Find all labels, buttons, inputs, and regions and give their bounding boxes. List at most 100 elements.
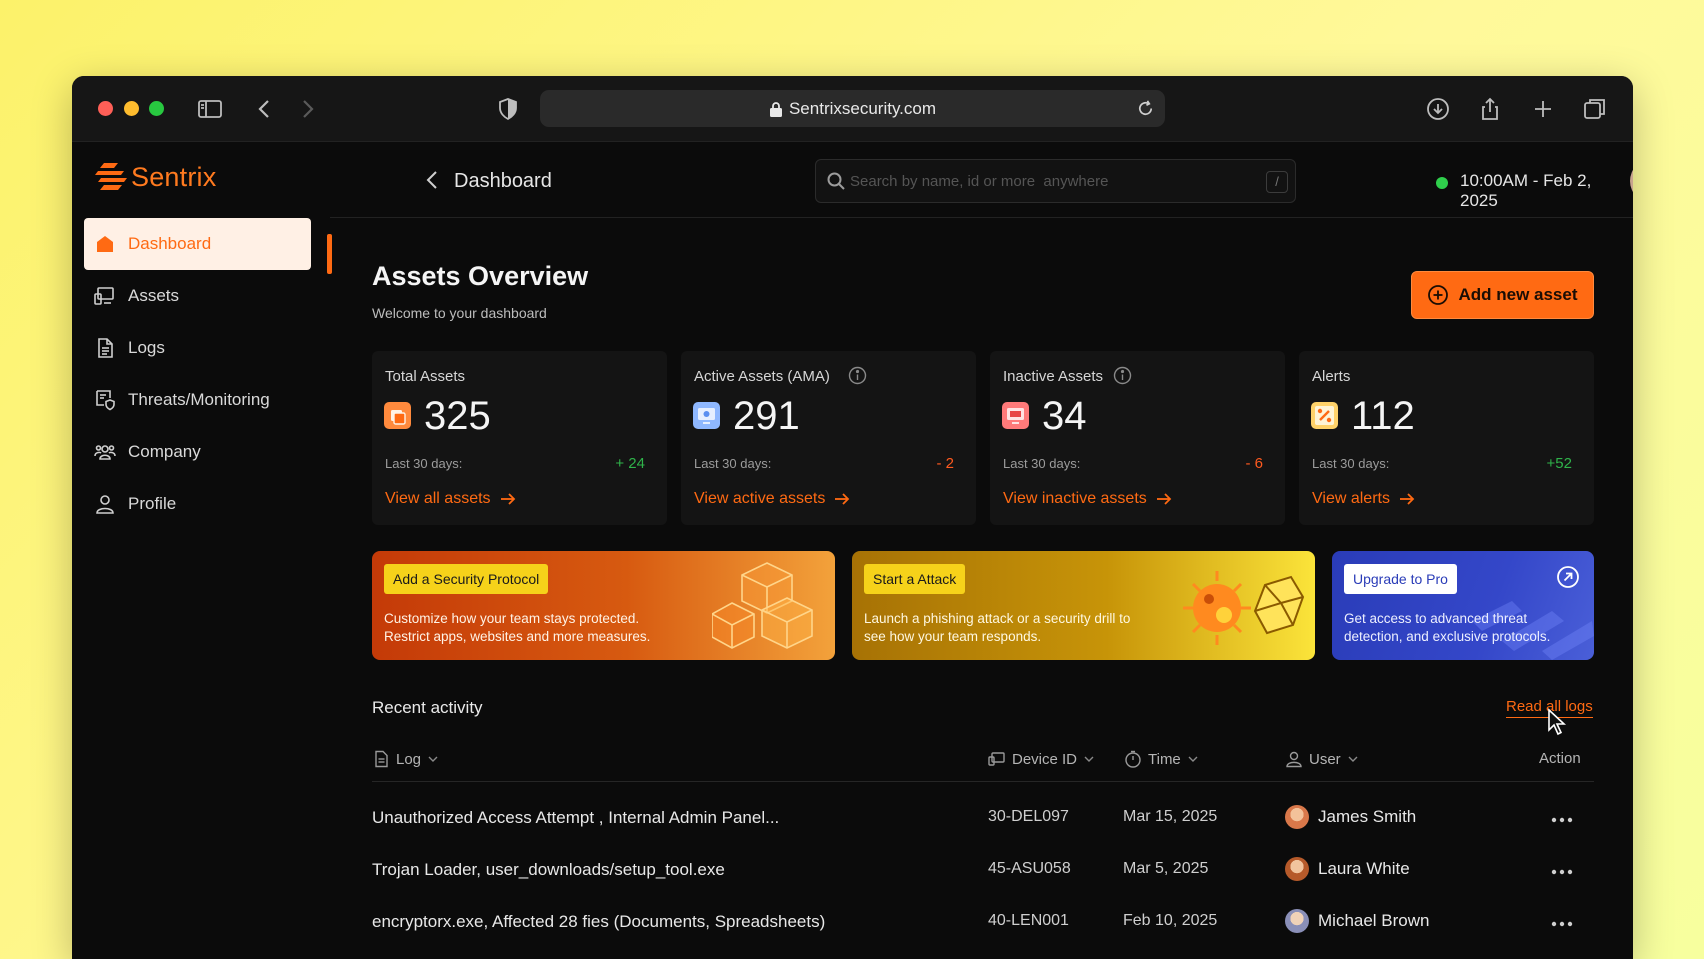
breadcrumb: Dashboard [454,170,552,192]
start-attack-banner[interactable]: Start a Attack Launch a phishing attack … [852,551,1315,660]
link-label: View active assets [694,490,826,507]
chevron-left-icon[interactable] [422,168,444,192]
document-icon [94,337,116,359]
avatar [1285,857,1309,881]
more-options-icon[interactable] [1551,817,1573,823]
stat-delta: +52 [1546,455,1572,472]
sidebar-item-dashboard[interactable]: Dashboard [84,218,311,270]
sidebar-item-logs[interactable]: Logs [84,322,311,374]
user-cell[interactable]: Michael Brown [1285,909,1430,933]
log-cell[interactable]: encryptorx.exe, Affected 28 fies (Docume… [372,912,825,932]
page-title: Assets Overview [372,261,589,291]
share-icon[interactable] [1477,96,1503,122]
shield-icon[interactable] [495,96,521,122]
stat-period: Last 30 days: [1003,456,1081,471]
caret-down-icon [1348,756,1358,762]
new-tab-icon[interactable] [1530,96,1556,122]
caret-down-icon [1188,756,1198,762]
download-icon[interactable] [1425,96,1451,122]
more-options-icon[interactable] [1551,869,1573,875]
sidebar-item-company[interactable]: Company [84,426,311,478]
alert-icon [1311,402,1338,429]
info-icon[interactable] [848,366,867,385]
keyboard-shortcut-hint: / [1266,171,1288,193]
caret-down-icon [1084,756,1094,762]
stat-title: Active Assets (AMA) [694,368,830,385]
plus-circle-icon [1428,285,1449,305]
link-label: View all assets [385,490,491,507]
more-options-icon[interactable] [1551,921,1573,927]
sidebar: Sentrix Dashboard Assets Logs Threats/Mo… [72,142,330,959]
close-window-button[interactable] [98,101,113,116]
stat-card-active-assets: Active Assets (AMA) 291 Last 30 days: - … [681,351,976,525]
maximize-window-button[interactable] [149,101,164,116]
stat-value: 34 [1042,394,1087,438]
upgrade-pro-banner[interactable]: Upgrade to Pro Get access to advanced th… [1332,551,1594,660]
monitor-icon [693,402,720,429]
upgrade-to-pro-button[interactable]: Upgrade to Pro [1344,564,1457,594]
minimize-window-button[interactable] [124,101,139,116]
banner-line: Restrict apps, websites and more measure… [384,629,651,644]
devices-icon [94,285,116,307]
brand-logo[interactable]: Sentrix [94,160,216,194]
stat-delta: - 2 [936,455,954,472]
banner-line: detection, and exclusive protocols. [1344,629,1551,644]
stat-title: Alerts [1312,368,1351,385]
home-icon [94,233,116,255]
stat-period: Last 30 days: [385,456,463,471]
sidebar-toggle-icon[interactable] [197,96,223,122]
stat-value: 291 [733,394,800,438]
view-all-assets-link[interactable]: View all assets [385,490,517,508]
external-link-icon[interactable] [1556,565,1580,589]
sidebar-item-label: Assets [128,286,180,305]
view-alerts-link[interactable]: View alerts [1312,490,1416,508]
brand-name: Sentrix [131,161,217,192]
user-cell[interactable]: James Smith [1285,805,1416,829]
assets-icon [384,402,411,429]
stat-title: Total Assets [385,368,466,385]
user-cell[interactable]: Laura White [1285,857,1410,881]
user-name: James Smith [1318,807,1417,826]
reload-icon[interactable] [1136,99,1155,118]
time-cell: Feb 10, 2025 [1123,912,1218,929]
add-security-protocol-button[interactable]: Add a Security Protocol [384,564,549,594]
time-cell: Mar 15, 2025 [1123,808,1218,825]
active-section-indicator [327,234,332,274]
table-header-divider [372,781,1594,782]
view-active-assets-link[interactable]: View active assets [694,490,851,508]
banner-description: Launch a phishing attack or a security d… [864,610,1154,646]
info-icon[interactable] [1113,366,1132,385]
security-protocol-banner[interactable]: Add a Security Protocol Customize how yo… [372,551,835,660]
sidebar-item-profile[interactable]: Profile [84,478,311,530]
column-header-device-id[interactable]: Device ID [988,750,1095,768]
sidebar-item-assets[interactable]: Assets [84,270,311,322]
tabs-overview-icon[interactable] [1582,96,1608,122]
forward-arrow-icon[interactable] [294,96,320,122]
stat-value: 325 [424,394,491,438]
sidebar-item-label: Threats/Monitoring [128,390,270,409]
sidebar-item-threats-monitoring[interactable]: Threats/Monitoring [84,374,311,426]
column-label: Time [1148,750,1181,768]
stat-delta: + 24 [615,455,645,472]
arrow-right-icon [500,493,515,505]
search-input[interactable] [850,160,1250,202]
column-header-user[interactable]: User [1285,750,1359,768]
log-cell[interactable]: Trojan Loader, user_downloads/setup_tool… [372,860,725,880]
current-datetime: 10:00AM - Feb 2, 2025 [1460,171,1592,210]
address-bar[interactable]: Sentrixsecurity.com [540,90,1165,127]
column-header-time[interactable]: Time [1124,750,1199,768]
stat-value: 112 [1351,394,1415,438]
add-new-asset-button[interactable]: Add new asset [1411,271,1594,319]
sidebar-item-label: Company [128,442,201,461]
link-label: View alerts [1312,490,1390,507]
mouse-cursor-icon [1548,708,1567,736]
log-cell[interactable]: Unauthorized Access Attempt , Internal A… [372,808,779,828]
team-icon [94,441,116,463]
sidebar-item-label: Logs [128,338,165,357]
timer-icon [1125,750,1141,768]
back-arrow-icon[interactable] [252,96,278,122]
start-attack-button[interactable]: Start a Attack [864,564,966,594]
column-header-log[interactable]: Log [372,750,439,768]
search-box[interactable]: / [815,159,1296,203]
view-inactive-assets-link[interactable]: View inactive assets [1003,490,1173,508]
